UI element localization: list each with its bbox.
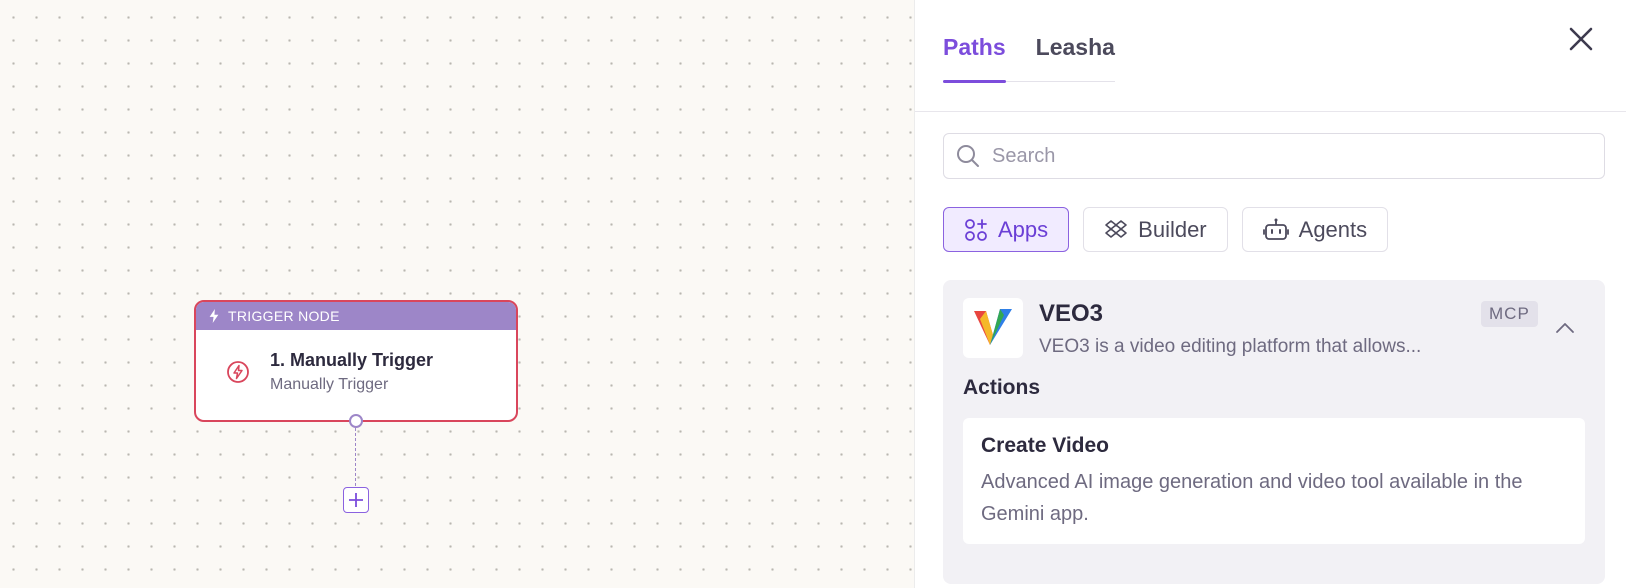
node-output-handle[interactable] xyxy=(349,414,363,428)
plus-icon xyxy=(349,493,363,507)
tab-paths[interactable]: Paths xyxy=(943,30,1006,83)
workflow-canvas[interactable]: TRIGGER NODE 1. Manually Trigger Manuall… xyxy=(0,0,914,588)
lightning-icon xyxy=(209,309,219,323)
chevron-up-icon xyxy=(1556,323,1574,333)
action-title: Create Video xyxy=(981,434,1109,457)
search-icon xyxy=(957,145,979,167)
action-description: Advanced AI image generation and video t… xyxy=(981,471,1523,525)
lightning-circle-icon xyxy=(227,361,249,383)
side-panel: Paths Leasha Apps Builder xyxy=(914,0,1626,588)
panel-divider xyxy=(915,111,1626,112)
close-button[interactable] xyxy=(1566,24,1596,54)
filter-builder-label: Builder xyxy=(1138,216,1207,242)
search-box[interactable] xyxy=(943,133,1605,179)
mcp-badge: MCP xyxy=(1481,301,1538,327)
app-card-veo3[interactable]: VEO3 VEO3 is a video editing platform th… xyxy=(943,280,1605,584)
veo3-logo-icon xyxy=(974,309,1012,345)
tab-leasha[interactable]: Leasha xyxy=(1036,30,1115,82)
filter-agents-label: Agents xyxy=(1298,216,1368,242)
app-description: VEO3 is a video editing platform that al… xyxy=(1039,336,1422,357)
trigger-node-title: 1. Manually Trigger xyxy=(270,350,434,370)
actions-heading: Actions xyxy=(963,376,1041,399)
app-name: VEO3 xyxy=(1039,300,1104,327)
trigger-node-body: 1. Manually Trigger Manually Trigger xyxy=(196,330,516,394)
veo3-logo xyxy=(963,298,1023,358)
builder-icon xyxy=(1105,219,1127,238)
trigger-node-header-label: TRIGGER NODE xyxy=(228,308,340,324)
collapse-button[interactable] xyxy=(1553,316,1577,340)
connector-line xyxy=(355,428,356,486)
trigger-node-subtitle: Manually Trigger xyxy=(270,376,389,393)
apps-icon xyxy=(965,218,987,241)
add-node-button[interactable] xyxy=(343,487,369,513)
search-input[interactable] xyxy=(992,144,1592,168)
filter-agents-button[interactable]: Agents xyxy=(1241,207,1389,252)
filter-apps-label: Apps xyxy=(998,216,1049,242)
panel-tabs: Paths Leasha xyxy=(943,30,1115,83)
filter-builder-button[interactable]: Builder xyxy=(1083,207,1228,252)
trigger-node[interactable]: TRIGGER NODE 1. Manually Trigger Manuall… xyxy=(194,300,518,422)
trigger-node-header: TRIGGER NODE xyxy=(196,302,516,330)
action-create-video[interactable]: Create Video Advanced AI image generatio… xyxy=(963,418,1585,544)
filter-apps-button[interactable]: Apps xyxy=(943,207,1070,252)
filter-buttons: Apps Builder Agents xyxy=(943,207,1389,252)
close-icon xyxy=(1569,27,1593,51)
robot-icon xyxy=(1262,218,1289,240)
